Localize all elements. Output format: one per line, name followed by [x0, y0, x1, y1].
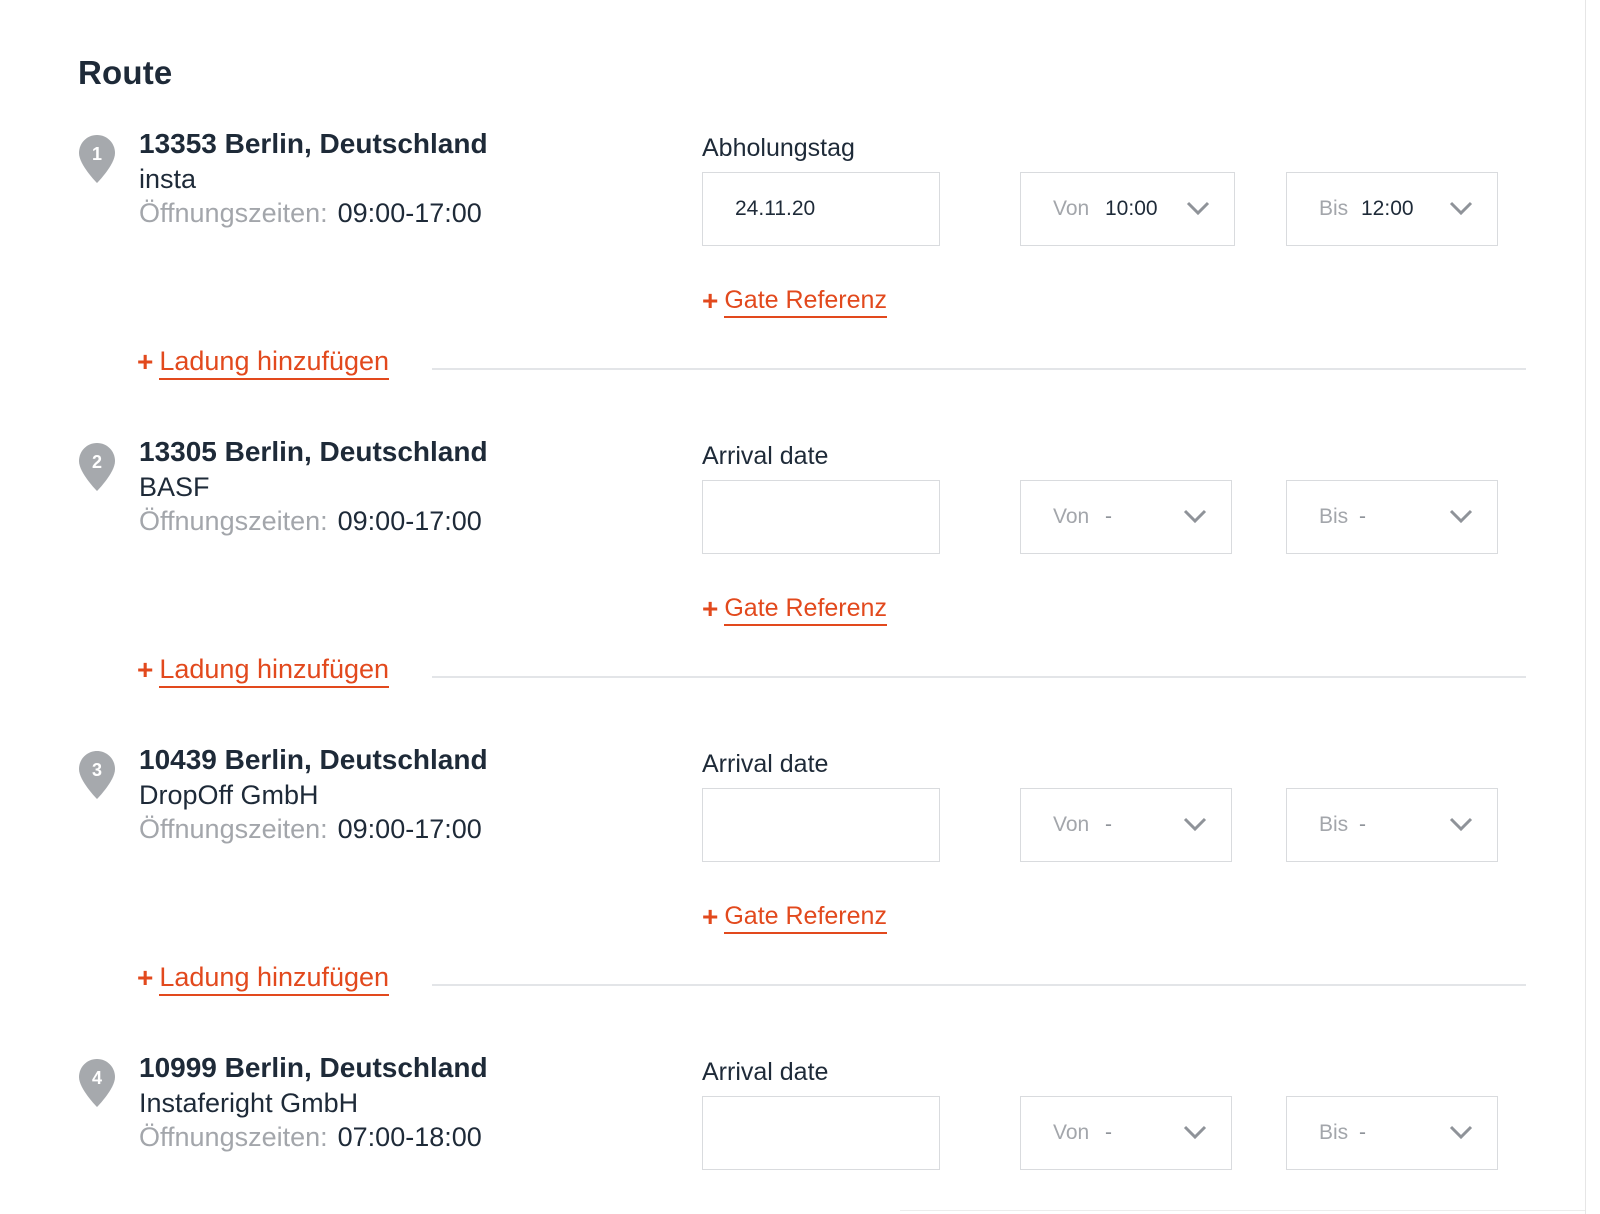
time-from-select[interactable]: Von -: [1020, 1096, 1232, 1170]
stop-address: 13353 Berlin, Deutschland: [139, 128, 488, 159]
date-label: Arrival date: [702, 442, 829, 470]
time-from-value: -: [1105, 505, 1112, 528]
time-to-select[interactable]: Bis -: [1286, 1096, 1498, 1170]
gate-reference-label: Gate Referenz: [724, 286, 887, 318]
date-input[interactable]: [702, 788, 940, 862]
stop-number: 3: [92, 760, 102, 780]
time-to-prefix: Bis: [1319, 505, 1349, 528]
stop-company: BASF: [139, 472, 210, 502]
time-from-prefix: Von: [1053, 505, 1090, 528]
plus-icon: +: [702, 900, 719, 932]
date-input[interactable]: [702, 172, 940, 246]
route-stop: 2 13305 Berlin, Deutschland BASF Öffnung…: [0, 436, 1600, 736]
time-to-select[interactable]: Bis -: [1286, 480, 1498, 554]
add-gate-reference-link[interactable]: + Gate Referenz: [702, 900, 887, 934]
chevron-down-icon: [1183, 509, 1207, 524]
route-page: Route 1 13353 Berlin, Deutschland insta …: [0, 0, 1600, 1214]
add-load-label: Ladung hinzufügen: [159, 962, 390, 996]
opening-hours-value: 09:00-17:00: [337, 198, 482, 228]
time-to-value: -: [1359, 505, 1366, 528]
opening-hours-label: Öffnungszeiten:: [139, 1122, 328, 1152]
date-label: Abholungstag: [702, 134, 855, 162]
add-load-link[interactable]: + Ladung hinzufügen: [137, 653, 390, 688]
date-input[interactable]: [702, 1096, 940, 1170]
time-to-prefix: Bis: [1319, 813, 1349, 836]
time-from-select[interactable]: Von -: [1020, 788, 1232, 862]
time-from-prefix: Von: [1053, 197, 1090, 220]
opening-hours: Öffnungszeiten: 07:00-18:00: [139, 1122, 482, 1153]
route-stop: 3 10439 Berlin, Deutschland DropOff GmbH…: [0, 744, 1600, 1044]
time-from-value: -: [1105, 813, 1112, 836]
date-label: Arrival date: [702, 750, 829, 778]
add-load-link[interactable]: + Ladung hinzufügen: [137, 345, 390, 380]
route-stop: 1 13353 Berlin, Deutschland insta Öffnun…: [0, 128, 1600, 428]
chevron-down-icon: [1183, 1125, 1207, 1140]
opening-hours-label: Öffnungszeiten:: [139, 506, 328, 536]
time-to-prefix: Bis: [1319, 197, 1349, 220]
time-from-prefix: Von: [1053, 813, 1090, 836]
chevron-down-icon: [1449, 1125, 1473, 1140]
date-label: Arrival date: [702, 1058, 829, 1086]
stop-address: 10439 Berlin, Deutschland: [139, 744, 488, 775]
opening-hours: Öffnungszeiten: 09:00-17:00: [139, 506, 482, 537]
time-to-prefix: Bis: [1319, 1121, 1349, 1144]
map-pin-icon: 2: [78, 442, 116, 492]
opening-hours-label: Öffnungszeiten:: [139, 198, 328, 228]
opening-hours: Öffnungszeiten: 09:00-17:00: [139, 198, 482, 229]
opening-hours-value: 09:00-17:00: [337, 506, 482, 536]
chevron-down-icon: [1449, 509, 1473, 524]
divider: [432, 368, 1526, 370]
stop-number: 2: [92, 452, 102, 472]
time-from-select[interactable]: Von 10:00: [1020, 172, 1235, 246]
chevron-down-icon: [1183, 817, 1207, 832]
chevron-down-icon: [1449, 817, 1473, 832]
add-load-label: Ladung hinzufügen: [159, 654, 390, 688]
plus-icon: +: [137, 653, 154, 685]
gate-reference-label: Gate Referenz: [724, 594, 887, 626]
time-from-prefix: Von: [1053, 1121, 1090, 1144]
stop-company: DropOff GmbH: [139, 780, 319, 810]
date-input[interactable]: [702, 480, 940, 554]
stop-company: insta: [139, 164, 197, 194]
page-title: Route: [78, 54, 173, 91]
plus-icon: +: [137, 345, 154, 377]
time-to-value: -: [1359, 1121, 1366, 1144]
add-gate-reference-link[interactable]: + Gate Referenz: [702, 592, 887, 626]
add-gate-reference-link[interactable]: + Gate Referenz: [702, 284, 887, 318]
stop-address: 13305 Berlin, Deutschland: [139, 436, 488, 467]
gate-reference-label: Gate Referenz: [724, 902, 887, 934]
chevron-down-icon: [1449, 201, 1473, 216]
time-to-value: 12:00: [1361, 197, 1414, 220]
opening-hours: Öffnungszeiten: 09:00-17:00: [139, 814, 482, 845]
map-pin-icon: 3: [78, 750, 116, 800]
map-pin-icon: 1: [78, 134, 116, 184]
add-load-label: Ladung hinzufügen: [159, 346, 390, 380]
stop-address: 10999 Berlin, Deutschland: [139, 1052, 488, 1083]
opening-hours-label: Öffnungszeiten:: [139, 814, 328, 844]
divider: [432, 984, 1526, 986]
opening-hours-value: 07:00-18:00: [337, 1122, 482, 1152]
plus-icon: +: [702, 592, 719, 624]
time-from-value: 10:00: [1105, 197, 1158, 220]
chevron-down-icon: [1186, 201, 1210, 216]
stop-number: 1: [92, 144, 102, 164]
time-from-select[interactable]: Von -: [1020, 480, 1232, 554]
route-stop: 4 10999 Berlin, Deutschland Instaferight…: [0, 1052, 1600, 1212]
plus-icon: +: [137, 961, 154, 993]
time-to-select[interactable]: Bis 12:00: [1286, 172, 1498, 246]
time-from-value: -: [1105, 1121, 1112, 1144]
opening-hours-value: 09:00-17:00: [337, 814, 482, 844]
stop-company: Instaferight GmbH: [139, 1088, 359, 1118]
map-pin-icon: 4: [78, 1058, 116, 1108]
divider: [432, 676, 1526, 678]
stop-number: 4: [92, 1068, 102, 1088]
time-to-select[interactable]: Bis -: [1286, 788, 1498, 862]
add-load-link[interactable]: + Ladung hinzufügen: [137, 961, 390, 996]
plus-icon: +: [702, 284, 719, 316]
time-to-value: -: [1359, 813, 1366, 836]
